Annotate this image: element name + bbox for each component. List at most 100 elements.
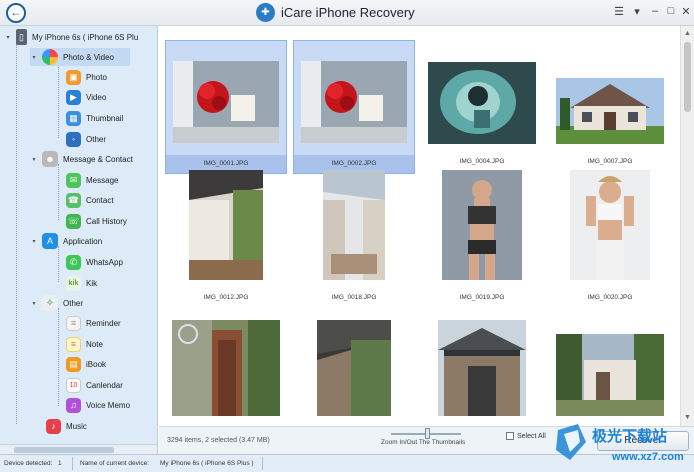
sidebar-item-message[interactable]: ✉ Message	[66, 171, 118, 189]
thumbnail-item[interactable]	[421, 316, 543, 426]
sidebar-item-voice-memo[interactable]: ♫ Voice Memo	[66, 396, 130, 414]
sidebar-item-label: Reminder	[86, 318, 121, 328]
sidebar-item-kik[interactable]: kik Kik	[66, 274, 97, 292]
sidebar-item-photo-video[interactable]: ▾ Photo & Video	[30, 48, 130, 66]
collapse-icon[interactable]: ▾	[30, 238, 38, 245]
device-detected-value: 1	[58, 460, 62, 467]
photo-thumbnail	[442, 170, 522, 280]
sidebar-item-other-media[interactable]: ◦ Other	[66, 130, 106, 148]
zoom-slider-handle[interactable]	[425, 428, 430, 439]
phone-icon: ☏	[66, 213, 81, 229]
sidebar-item-video[interactable]: ▶ Video	[66, 88, 106, 106]
window-title: iCare iPhone Recovery	[281, 5, 415, 20]
collapse-icon[interactable]: ▾	[30, 54, 38, 61]
sidebar-item-call-history[interactable]: ☏ Call History	[66, 212, 127, 230]
thumbnail-filename: IMG_0018.JPG	[331, 294, 377, 301]
sidebar-item-label: Contact	[86, 195, 114, 205]
thumbnail-item[interactable]: IMG_0020.JPG	[549, 170, 671, 310]
photo-thumbnail	[323, 170, 385, 280]
close-icon[interactable]: ✕	[679, 5, 693, 18]
sidebar-item-label: Message	[86, 175, 119, 185]
thumbnail-filename: IMG_0004.JPG	[459, 158, 505, 165]
thumbnail-item[interactable]: IMG_0004.JPG	[421, 40, 543, 174]
sidebar-item-label: Other	[63, 298, 84, 308]
thumbnail-item[interactable]	[293, 316, 415, 426]
thumbnail-filename: IMG_0007.JPG	[587, 158, 633, 165]
photo-thumbnail	[172, 320, 280, 416]
ibook-icon: ▤	[66, 356, 81, 372]
kik-icon: kik	[66, 275, 81, 291]
sidebar-item-label: Kik	[86, 278, 98, 288]
watermark-brand: 极光下载站	[592, 427, 667, 445]
collapse-icon[interactable]: ▾	[4, 34, 12, 41]
sidebar-item-ibook[interactable]: ▤ iBook	[66, 355, 106, 373]
sidebar-item-label: Video	[86, 92, 107, 102]
thumbnail-item[interactable]: IMG_0018.JPG	[293, 170, 415, 310]
sidebar-item-calendar[interactable]: 10 Canlendar	[66, 376, 123, 394]
photo-thumbnail	[428, 62, 536, 144]
dropdown-icon[interactable]: ▾	[630, 5, 644, 18]
thumbnail-item[interactable]	[165, 316, 287, 426]
sidebar-item-thumbnail[interactable]: ▦ Thumbnail	[66, 109, 123, 127]
photo-thumbnail	[556, 78, 664, 144]
photo-thumbnail	[301, 61, 407, 143]
sidebar-item-label: Note	[86, 339, 103, 349]
sidebar-item-whatsapp[interactable]: ✆ WhatsApp	[66, 253, 123, 271]
thumbnail-filename: IMG_0020.JPG	[587, 294, 633, 301]
vertical-scrollbar[interactable]: ▲ ▼	[680, 26, 694, 426]
scrollbar-thumb[interactable]	[684, 42, 691, 112]
zoom-label: Zoom In/Out The Thumbnails	[381, 439, 466, 446]
sidebar-item-note[interactable]: ≡ Note	[66, 335, 103, 353]
other-icon: ◦	[66, 131, 81, 147]
sidebar-item-application[interactable]: ▾ A Application	[30, 232, 102, 250]
thumbnail-item[interactable]: IMG_0012.JPG	[165, 170, 287, 310]
sidebar-item-label: Photo & Video	[63, 52, 115, 62]
photo-thumbnail	[438, 320, 526, 416]
checkbox-box[interactable]	[506, 432, 514, 440]
back-arrow-icon[interactable]: ←	[6, 3, 26, 23]
select-all-checkbox[interactable]: Select All	[506, 432, 546, 440]
voice-memo-icon: ♫	[66, 397, 81, 413]
scroll-up-icon[interactable]: ▲	[681, 28, 694, 40]
thumbnail-icon: ▦	[66, 110, 81, 126]
collapse-icon[interactable]: ▾	[30, 156, 38, 163]
photos-icon	[42, 49, 58, 65]
thumbnail-item[interactable]: IMG_0019.JPG	[421, 170, 543, 310]
photo-thumbnail	[317, 320, 391, 416]
sidebar-horizontal-scrollbar[interactable]	[0, 444, 157, 454]
minimize-icon[interactable]: –	[648, 5, 662, 17]
device-detected-label: Device detected:	[4, 460, 53, 467]
title-bar: ← ✚ iCare iPhone Recovery ☰ ▾ – □ ✕	[0, 0, 694, 26]
thumbnail-filename: IMG_0019.JPG	[459, 294, 505, 301]
message-icon: ✉	[66, 172, 81, 188]
sidebar-item-label: Voice Memo	[86, 400, 131, 410]
select-all-label: Select All	[517, 432, 546, 440]
menu-icon[interactable]: ☰	[612, 5, 626, 18]
other-folder-icon: ✧	[42, 295, 58, 311]
note-icon: ≡	[66, 336, 81, 352]
sidebar-item-music[interactable]: ♪ Music	[46, 417, 87, 435]
photo-thumbnail	[556, 334, 664, 416]
thumbnail-grid: IMG_0001.JPG IMG_0002.JPG IMG_0004.JPG I…	[159, 26, 680, 426]
thumbnail-item[interactable]: IMG_0001.JPG	[165, 40, 287, 174]
sidebar-item-label: Call History	[86, 216, 127, 226]
thumbnail-item[interactable]: IMG_0007.JPG	[549, 40, 671, 174]
selection-count: 3294 items, 2 selected (3.47 MB)	[167, 437, 270, 444]
scrollbar-thumb[interactable]	[14, 447, 114, 453]
sidebar-item-contact[interactable]: ☎ Contact	[66, 191, 114, 209]
photo-icon: ▣	[66, 69, 81, 85]
thumbnail-item[interactable]: IMG_0002.JPG	[293, 40, 415, 174]
device-node[interactable]: ▾ ▯ My iPhone 6s ( iPhone 6S Plu	[4, 28, 138, 46]
sidebar-item-photo[interactable]: ▣ Photo	[66, 68, 107, 86]
maximize-icon[interactable]: □	[664, 5, 678, 17]
sidebar-item-other[interactable]: ▾ ✧ Other	[30, 294, 83, 312]
thumbnail-item[interactable]	[549, 316, 671, 426]
sidebar-item-label: Other	[86, 134, 107, 144]
watermark-url: www.xz7.com	[611, 451, 684, 463]
thumbnail-filename: IMG_0012.JPG	[203, 294, 249, 301]
collapse-icon[interactable]: ▾	[30, 300, 38, 307]
iphone-icon: ▯	[16, 29, 27, 45]
sidebar-item-label: WhatsApp	[86, 257, 123, 267]
sidebar-item-reminder[interactable]: ≡ Reminder	[66, 314, 121, 332]
sidebar-item-message-contact[interactable]: ▾ ☻ Message & Contact	[30, 150, 133, 168]
